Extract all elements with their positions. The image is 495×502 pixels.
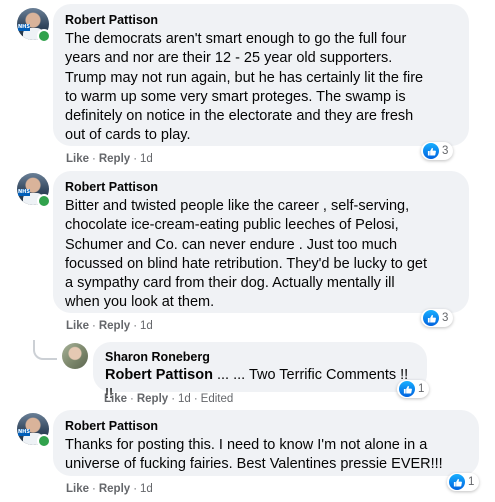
reply-thread-line bbox=[33, 340, 57, 360]
reaction-count[interactable]: 1 bbox=[447, 473, 480, 491]
comment-bubble: Sharon Roneberg Robert Pattison ... ... … bbox=[93, 342, 427, 402]
comment-actions: Like · Reply · 1d bbox=[66, 320, 153, 332]
comment-bubble: Robert Pattison The democrats aren't sma… bbox=[53, 4, 469, 146]
mention-link[interactable]: Robert Pattison bbox=[105, 367, 213, 383]
like-link[interactable]: Like bbox=[104, 393, 127, 405]
comment-text: The democrats aren't smart enough to go … bbox=[65, 31, 424, 144]
comment-author[interactable]: Sharon Roneberg bbox=[105, 349, 415, 365]
avatar[interactable] bbox=[62, 343, 88, 369]
comment-actions: Like · Reply · 1d bbox=[66, 153, 153, 165]
thumbs-up-icon bbox=[423, 310, 439, 326]
comment-bubble: Robert Pattison Bitter and twisted peopl… bbox=[53, 171, 469, 313]
comment-actions: Like · Reply · 1d · Edited bbox=[104, 393, 234, 405]
thumbs-up-icon bbox=[449, 474, 465, 490]
online-status-icon bbox=[37, 194, 51, 208]
online-status-icon bbox=[37, 29, 51, 43]
reaction-count[interactable]: 3 bbox=[421, 142, 454, 160]
thumbs-up-icon bbox=[423, 143, 439, 159]
comment-author[interactable]: Robert Pattison bbox=[65, 418, 467, 434]
like-link[interactable]: Like bbox=[66, 483, 89, 495]
comment-text: Bitter and twisted people like the caree… bbox=[65, 198, 428, 311]
online-status-icon bbox=[37, 434, 51, 448]
edited-label[interactable]: Edited bbox=[201, 393, 234, 405]
thumbs-up-icon bbox=[399, 381, 415, 397]
comment-text: Thanks for posting this. I need to know … bbox=[65, 437, 443, 473]
timestamp[interactable]: 1d bbox=[140, 153, 153, 165]
comment-author[interactable]: Robert Pattison bbox=[65, 12, 457, 28]
comment-bubble: Robert Pattison Thanks for posting this.… bbox=[53, 410, 479, 476]
timestamp[interactable]: 1d bbox=[140, 483, 153, 495]
like-link[interactable]: Like bbox=[66, 320, 89, 332]
reaction-count[interactable]: 1 bbox=[397, 380, 430, 398]
nhs-badge: NHS bbox=[18, 24, 30, 31]
comment-author[interactable]: Robert Pattison bbox=[65, 179, 457, 195]
nhs-badge: NHS bbox=[18, 189, 30, 196]
comment-actions: Like · Reply · 1d bbox=[66, 483, 153, 495]
reply-link[interactable]: Reply bbox=[99, 483, 130, 495]
reply-link[interactable]: Reply bbox=[99, 320, 130, 332]
nhs-badge: NHS bbox=[18, 429, 30, 436]
timestamp[interactable]: 1d bbox=[178, 393, 191, 405]
reply-link[interactable]: Reply bbox=[99, 153, 130, 165]
reply-link[interactable]: Reply bbox=[137, 393, 168, 405]
like-link[interactable]: Like bbox=[66, 153, 89, 165]
reaction-count[interactable]: 3 bbox=[421, 309, 454, 327]
timestamp[interactable]: 1d bbox=[140, 320, 153, 332]
